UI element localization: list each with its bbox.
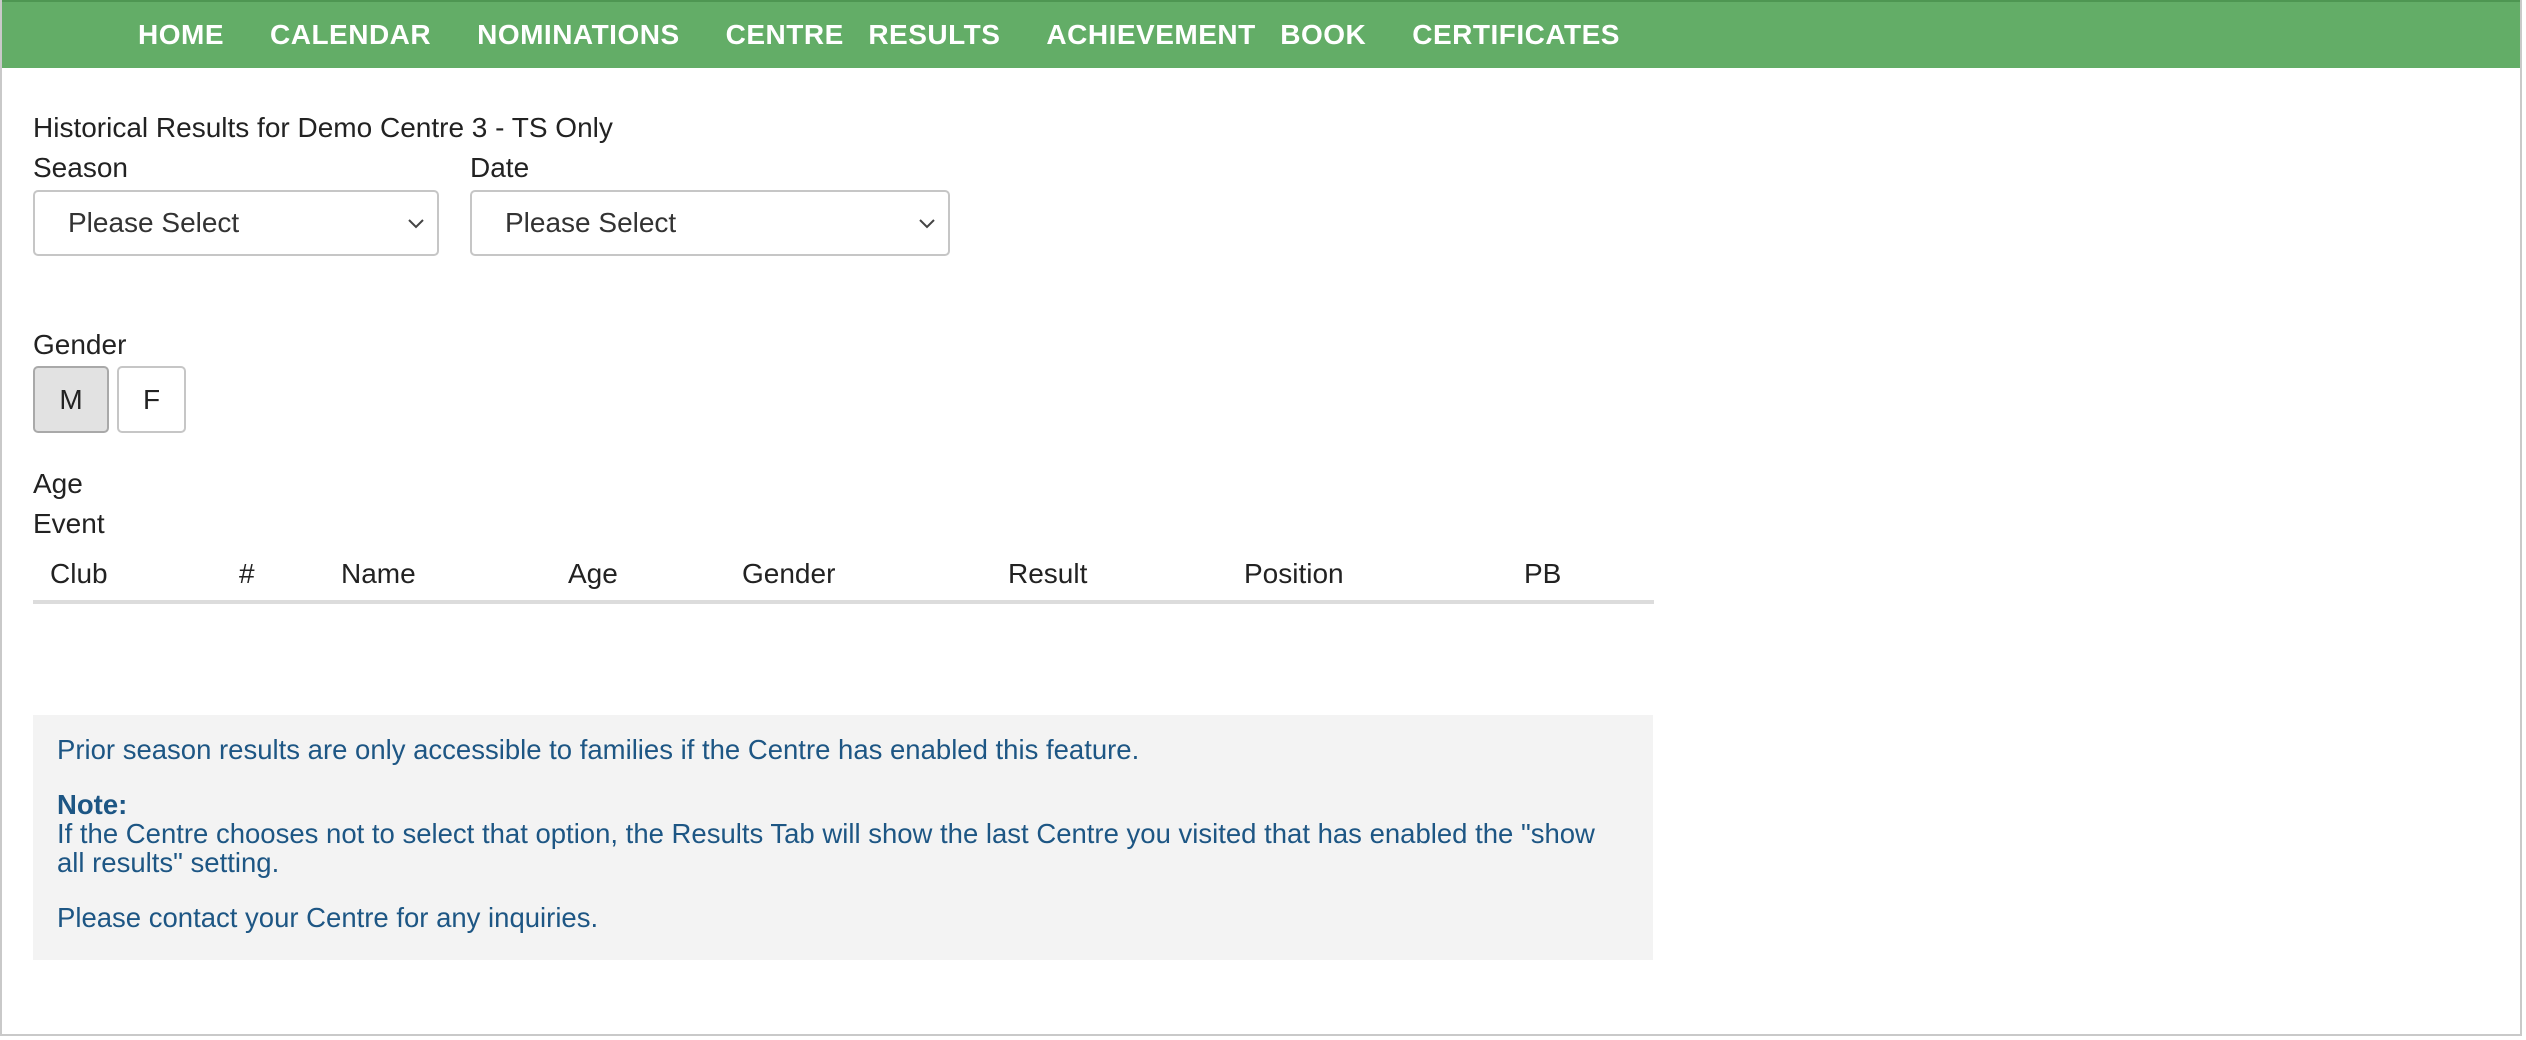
column-header-club: Club (50, 558, 108, 589)
date-select[interactable]: Please Select (470, 190, 950, 256)
nav-item-home[interactable]: HOME (115, 2, 247, 68)
chevron-down-icon (919, 219, 935, 229)
column-header-gender: Gender (742, 558, 836, 589)
column-header-age: Age (568, 558, 618, 589)
nav-item-centre-results[interactable]: CENTRE RESULTS (703, 2, 1024, 68)
contact-text: Please contact your Centre for any inqui… (57, 902, 599, 933)
page-frame: HOME CALENDAR NOMINATIONS CENTRE RESULTS… (0, 0, 2522, 1036)
notice-text: Prior season results are only accessible… (57, 734, 1140, 765)
season-label: Season (33, 152, 128, 183)
nav-item-nominations[interactable]: NOMINATIONS (454, 2, 703, 68)
gender-f-button[interactable]: F (117, 366, 186, 433)
chevron-down-icon (408, 219, 424, 229)
season-select-value: Please Select (68, 207, 240, 238)
column-header-position: Position (1244, 558, 1344, 589)
nav-item-calendar[interactable]: CALENDAR (247, 2, 454, 68)
column-header-number: # (239, 558, 255, 589)
season-select[interactable]: Please Select (33, 190, 439, 256)
page-title: Historical Results for Demo Centre 3 - T… (33, 112, 613, 143)
gender-m-button[interactable]: M (33, 366, 109, 433)
results-table-header: Club # Name Age Gender Result Position P… (33, 548, 1654, 604)
top-nav-bar: HOME CALENDAR NOMINATIONS CENTRE RESULTS… (2, 0, 2520, 68)
nav-item-certificates[interactable]: CERTIFICATES (1389, 2, 1643, 68)
nav-item-achievement-book[interactable]: ACHIEVEMENT BOOK (1023, 2, 1389, 68)
column-header-result: Result (1008, 558, 1088, 589)
age-label: Age (33, 468, 83, 499)
note-body: If the Centre chooses not to select that… (57, 818, 1595, 878)
gender-label: Gender (33, 329, 127, 360)
info-notice-box: Prior season results are only accessible… (33, 715, 1653, 960)
column-header-name: Name (341, 558, 416, 589)
nav-menu: HOME CALENDAR NOMINATIONS CENTRE RESULTS… (115, 2, 1643, 68)
column-header-pb: PB (1524, 558, 1562, 589)
date-select-value: Please Select (505, 207, 677, 238)
date-label: Date (470, 152, 530, 183)
event-label: Event (33, 508, 105, 539)
note-title: Note: (57, 789, 128, 820)
